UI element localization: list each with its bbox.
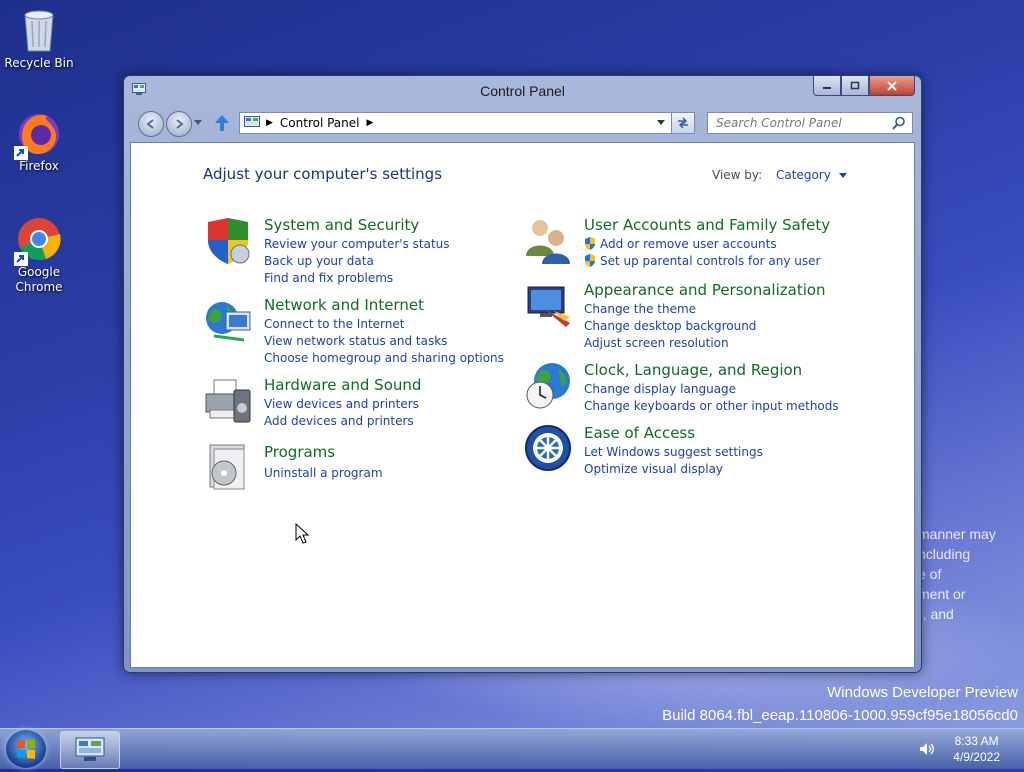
view-by-label: View by: xyxy=(712,168,763,182)
link-network-status[interactable]: View network status and tasks xyxy=(264,333,504,350)
view-by-chevron-icon[interactable] xyxy=(838,173,847,179)
globe-clock-icon xyxy=(526,363,570,409)
control-panel-content: Adjust your computer's settings View by:… xyxy=(130,142,915,668)
category-title[interactable]: Hardware and Sound xyxy=(264,376,421,394)
link-uninstall-program[interactable]: Uninstall a program xyxy=(264,465,383,482)
maximize-button[interactable] xyxy=(841,76,869,96)
link-connect-internet[interactable]: Connect to the Internet xyxy=(264,316,504,333)
forward-arrow-icon xyxy=(176,119,184,129)
window-title: Control Panel xyxy=(480,83,565,99)
clock[interactable]: 8:33 AM 4/9/2022 xyxy=(953,733,1000,765)
category-title[interactable]: Clock, Language, and Region xyxy=(584,361,839,379)
category-title[interactable]: System and Security xyxy=(264,216,450,234)
shield-icon xyxy=(208,218,250,264)
back-arrow-icon xyxy=(146,119,154,129)
firefox-icon xyxy=(14,110,62,160)
windows-logo-icon xyxy=(17,739,35,759)
link-review-status[interactable]: Review your computer's status xyxy=(264,236,450,253)
link-add-devices[interactable]: Add devices and printers xyxy=(264,413,421,430)
minimize-icon xyxy=(823,86,831,89)
link-desktop-background[interactable]: Change desktop background xyxy=(584,318,826,335)
view-by-dropdown[interactable]: Category xyxy=(776,168,831,182)
system-tray: 8:33 AM 4/9/2022 xyxy=(919,729,1024,769)
recycle-bin-icon xyxy=(16,7,62,53)
desktop-icon-recycle-bin[interactable]: Recycle Bin xyxy=(1,7,77,71)
volume-icon[interactable] xyxy=(919,742,935,756)
desktop-icon-chrome[interactable]: Google Chrome xyxy=(1,216,77,295)
link-change-theme[interactable]: Change the theme xyxy=(584,301,826,318)
breadcrumb-separator-icon[interactable]: ▶ xyxy=(266,118,273,128)
view-by: View by: Category xyxy=(712,168,847,182)
navigation-toolbar: ▶ Control Panel ▶ Search Control Panel xyxy=(134,108,913,137)
background-text: manner may ncluding e of ment or ), and xyxy=(918,526,996,622)
mouse-pointer-icon xyxy=(295,523,310,544)
address-dropdown-icon[interactable] xyxy=(657,120,665,126)
recent-pages-dropdown[interactable] xyxy=(194,120,202,126)
link-add-remove-accounts[interactable]: Add or remove user accounts xyxy=(584,236,830,253)
taskbar-control-panel[interactable] xyxy=(60,731,120,769)
desktop-icon-label: Google Chrome xyxy=(15,265,63,294)
link-homegroup-sharing[interactable]: Choose homegroup and sharing options xyxy=(264,350,504,367)
monitor-paint-icon xyxy=(527,286,570,327)
breadcrumb-control-panel[interactable]: Control Panel xyxy=(280,116,360,130)
title-bar[interactable]: Control Panel xyxy=(124,76,921,106)
refresh-icon xyxy=(678,117,688,129)
link-screen-resolution[interactable]: Adjust screen resolution xyxy=(584,335,826,352)
link-parental-controls[interactable]: Set up parental controls for any user xyxy=(584,253,830,270)
category-title[interactable]: Programs xyxy=(264,443,383,461)
uac-shield-icon xyxy=(585,254,595,267)
search-box[interactable]: Search Control Panel xyxy=(707,112,913,134)
link-keyboards-input[interactable]: Change keyboards or other input methods xyxy=(584,398,839,415)
clock-time: 8:33 AM xyxy=(954,734,999,748)
search-input[interactable]: Search Control Panel xyxy=(708,116,892,130)
up-arrow-icon[interactable] xyxy=(214,114,230,132)
search-icon[interactable] xyxy=(892,116,906,130)
category-title[interactable]: Appearance and Personalization xyxy=(584,281,826,299)
link-view-devices[interactable]: View devices and printers xyxy=(264,396,421,413)
link-back-up-data[interactable]: Back up your data xyxy=(264,253,450,270)
clock-date: 4/9/2022 xyxy=(953,750,1000,764)
watermark-edition: Windows Developer Preview xyxy=(827,684,1018,701)
category-title[interactable]: Network and Internet xyxy=(264,296,504,314)
refresh-button[interactable] xyxy=(671,112,695,134)
close-button[interactable] xyxy=(869,76,915,96)
link-suggest-settings[interactable]: Let Windows suggest settings xyxy=(584,444,763,461)
users-icon xyxy=(526,220,570,264)
control-panel-icon xyxy=(75,737,105,761)
control-panel-window: Control Panel ▶ Control Panel ▶ Search C… xyxy=(123,75,922,673)
minimize-button[interactable] xyxy=(813,76,841,96)
address-bar[interactable]: ▶ Control Panel ▶ xyxy=(239,112,672,134)
desktop-icon-label: Firefox xyxy=(19,159,59,173)
forward-button[interactable] xyxy=(166,111,192,137)
category-title[interactable]: Ease of Access xyxy=(584,424,763,442)
close-icon xyxy=(887,80,897,91)
page-heading: Adjust your computer's settings xyxy=(203,165,443,183)
control-panel-small-icon xyxy=(244,116,260,127)
desktop-icon-firefox[interactable]: Firefox xyxy=(1,110,77,174)
chrome-icon xyxy=(14,216,62,266)
breadcrumb-chevron-icon[interactable]: ▶ xyxy=(367,118,374,128)
ease-of-access-icon xyxy=(525,425,571,471)
back-button[interactable] xyxy=(138,111,164,137)
link-find-fix-problems[interactable]: Find and fix problems xyxy=(264,270,450,287)
taskbar: 8:33 AM 4/9/2022 xyxy=(0,728,1024,769)
programs-disc-icon xyxy=(209,444,245,490)
uac-shield-icon xyxy=(585,237,595,250)
network-globe-icon xyxy=(206,302,251,342)
printer-icon xyxy=(205,379,251,423)
desktop-icon-label: Recycle Bin xyxy=(4,56,74,70)
maximize-icon xyxy=(850,81,860,89)
link-display-language[interactable]: Change display language xyxy=(584,381,839,398)
watermark-build: Build 8064.fbl_eeap.110806-1000.959cf95e… xyxy=(662,707,1018,724)
link-optimize-visual-display[interactable]: Optimize visual display xyxy=(584,461,763,478)
caption-buttons xyxy=(813,76,915,96)
category-title[interactable]: User Accounts and Family Safety xyxy=(584,216,830,234)
start-button[interactable] xyxy=(6,730,46,768)
